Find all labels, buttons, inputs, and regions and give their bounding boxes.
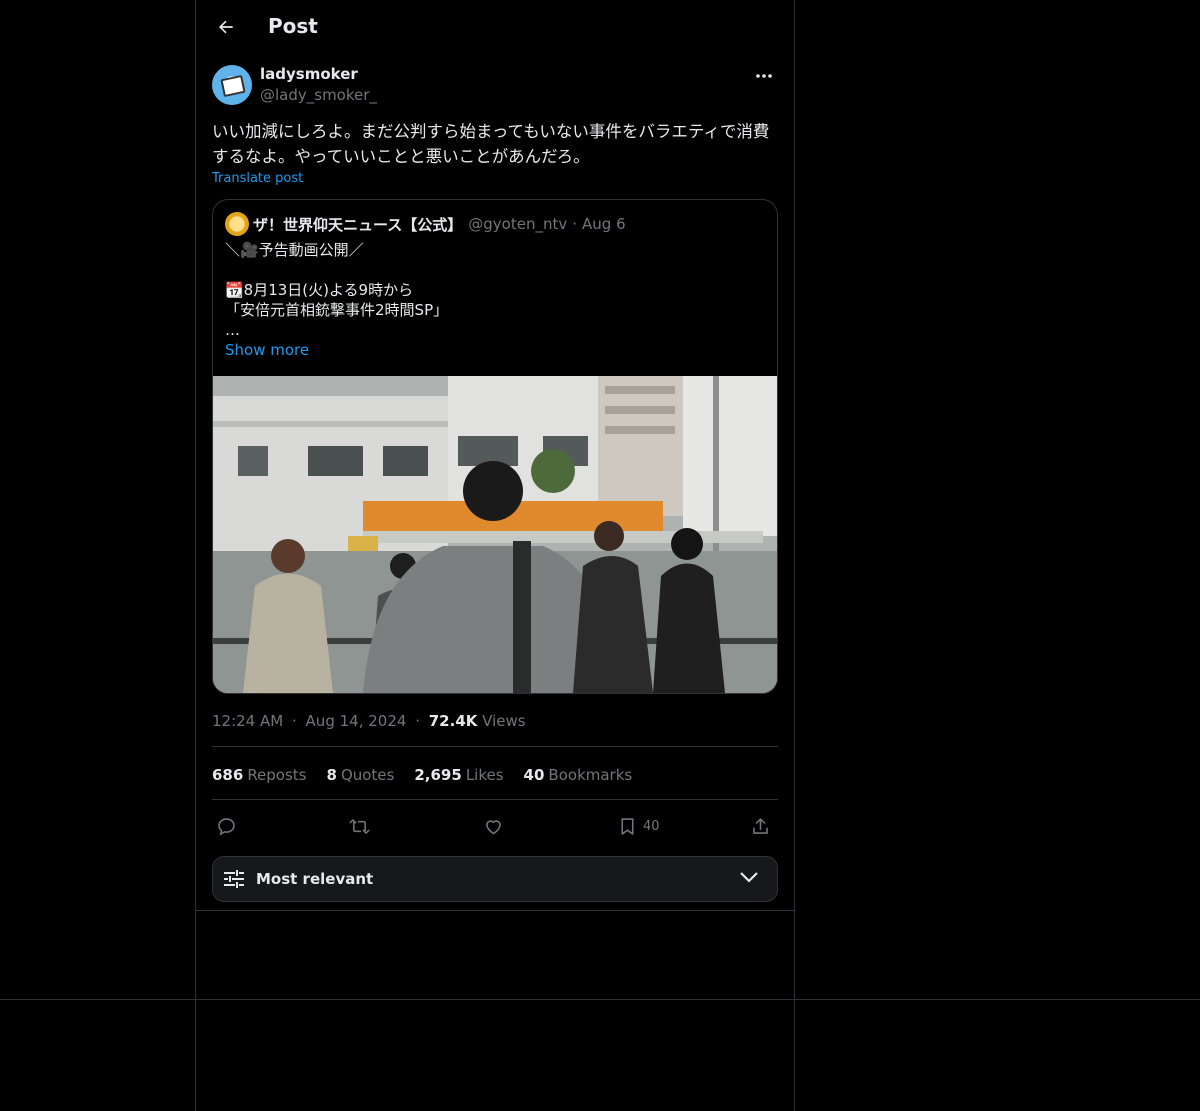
quoted-text-line: 「安倍元首相銃撃事件2時間SP」 <box>225 301 449 319</box>
post-text: いい加減にしろよ。まだ公判すら始まってもいない事件をバラエティで消費 するなよ。… <box>212 119 782 169</box>
page-title: Post <box>268 14 318 38</box>
action-bar: 40 <box>212 812 778 840</box>
post-author: ladysmoker @lady_smoker_ <box>212 64 778 108</box>
post-meta: 12:24 AM · Aug 14, 2024 · 72.4K Views <box>212 712 526 730</box>
quoted-post-header: ザ！世界仰天ニュース【公式】 @gyoten_ntv · Aug 6 <box>225 212 626 236</box>
repost-icon <box>349 818 370 834</box>
divider <box>212 746 778 747</box>
quoted-post-date[interactable]: Aug 6 <box>582 215 626 233</box>
bookmark-count: 40 <box>643 818 660 834</box>
chevron-down-icon <box>740 872 758 883</box>
separator-dot: · <box>572 215 578 233</box>
engagement-stats: 686 Reposts 8 Quotes 2,695 Likes 40 Bookmark… <box>212 766 632 784</box>
author-handle[interactable]: @lady_smoker_ <box>260 86 377 104</box>
quoted-post-text: ＼🎥予告動画公開／ 📆8月13日(火)よる9時から 「安倍元首相銃撃事件2時間S… <box>225 240 765 340</box>
quoted-text-line <box>225 260 765 280</box>
quoted-text-line: ＼🎥予告動画公開／ <box>225 241 364 259</box>
divider <box>196 910 794 911</box>
back-arrow-icon <box>219 20 233 34</box>
quotes-stat[interactable]: 8 Quotes <box>327 766 395 784</box>
reposts-count: 686 <box>212 766 244 784</box>
post-text-line: いい加減にしろよ。まだ公判すら始まってもいない事件をバラエティで消費 <box>212 122 770 141</box>
reply-button[interactable] <box>216 812 237 840</box>
quoted-author-name[interactable]: ザ！世界仰天ニュース【公式】 <box>253 214 462 235</box>
quoted-post-image[interactable] <box>213 376 777 693</box>
bookmark-button[interactable]: 40 <box>617 812 660 840</box>
heart-icon <box>486 819 501 834</box>
quotes-label: Quotes <box>340 766 395 784</box>
share-icon <box>753 817 768 834</box>
views-count: 72.4K <box>428 712 478 730</box>
quotes-count: 8 <box>326 766 337 784</box>
post-text-line: するなよ。やっていいことと悪いことがあんだろ。 <box>212 147 590 166</box>
show-more-link[interactable]: Show more <box>225 341 309 359</box>
divider <box>212 799 778 800</box>
views-label: Views <box>482 712 526 730</box>
post-time[interactable]: 12:24 AM <box>212 712 283 730</box>
back-button[interactable] <box>208 9 244 45</box>
author-avatar[interactable] <box>212 65 252 105</box>
quoted-author-handle[interactable]: @gyoten_ntv <box>468 215 567 233</box>
bookmark-icon <box>621 817 634 835</box>
quoted-text-line: 📆8月13日(火)よる9時から <box>225 281 414 299</box>
separator-dot: · <box>291 712 297 730</box>
translate-post-link[interactable]: Translate post <box>212 171 303 186</box>
more-options-button[interactable] <box>750 64 778 88</box>
separator-dot: · <box>415 712 420 730</box>
sort-label: Most relevant <box>256 870 374 888</box>
author-name[interactable]: ladysmoker <box>260 65 358 83</box>
share-button[interactable] <box>750 812 771 840</box>
more-dots-icon <box>756 74 772 78</box>
repost-button[interactable] <box>349 812 370 840</box>
sliders-icon <box>224 870 244 888</box>
likes-label: Likes <box>465 766 504 784</box>
post-date[interactable]: Aug 14, 2024 <box>306 712 407 730</box>
bookmarks-stat[interactable]: 40 Bookmarks <box>524 766 633 784</box>
divider <box>0 999 1200 1000</box>
likes-stat[interactable]: 2,695 Likes <box>414 766 503 784</box>
reply-sort-dropdown[interactable]: Most relevant <box>212 856 778 902</box>
likes-count: 2,695 <box>414 766 462 784</box>
bookmarks-label: Bookmarks <box>548 766 633 784</box>
reposts-stat[interactable]: 686 Reposts <box>212 766 307 784</box>
quoted-text-line: … <box>225 321 240 339</box>
top-bar: Post <box>196 0 794 54</box>
reposts-label: Reposts <box>247 766 307 784</box>
like-button[interactable] <box>483 812 504 840</box>
bookmarks-count: 40 <box>523 766 545 784</box>
reply-icon <box>218 817 235 835</box>
quoted-post[interactable]: ザ！世界仰天ニュース【公式】 @gyoten_ntv · Aug 6 ＼🎥予告動… <box>212 199 778 694</box>
quoted-author-avatar[interactable] <box>225 212 249 236</box>
street-scene-image <box>213 376 777 693</box>
main-column: Post ladysmoker @lady_smoker_ いい加減にしろよ。ま… <box>195 0 795 1111</box>
